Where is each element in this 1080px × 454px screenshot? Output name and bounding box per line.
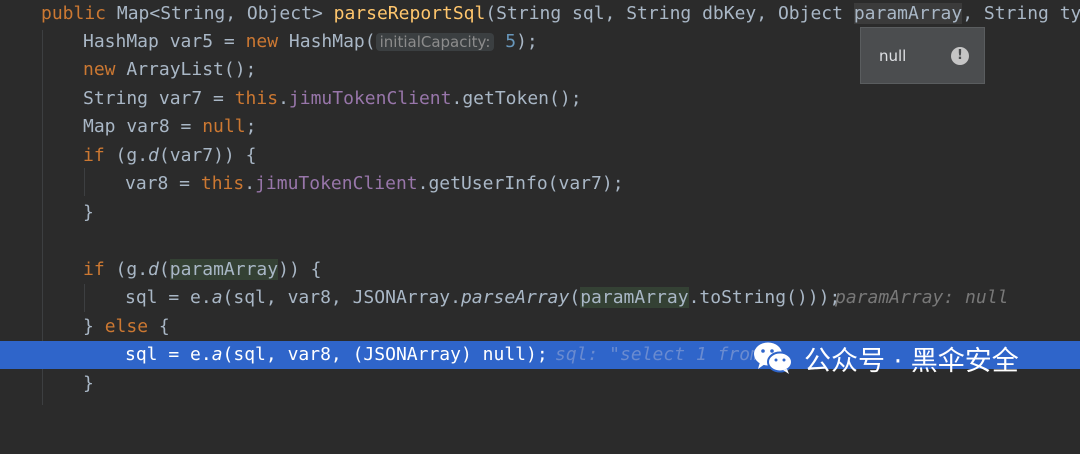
code-line-method-signature: public Map<String, Object> parseReportSq… xyxy=(0,0,1080,28)
keyword: public xyxy=(41,3,107,24)
code-line: } xyxy=(0,199,1080,227)
keyword: new xyxy=(83,59,116,80)
inline-debug-value: sql: "select 1 from xyxy=(555,344,761,365)
code-text: ArrayList(); xyxy=(115,59,257,80)
field-name: jimuTokenClient xyxy=(255,173,418,194)
method-call: a xyxy=(211,287,223,308)
code-text: .getToken(); xyxy=(451,88,582,109)
code-text: . xyxy=(244,173,256,194)
code-text: Map var8 = xyxy=(83,116,203,137)
code-line: } else { xyxy=(0,313,1080,341)
code-text: ); xyxy=(516,31,538,52)
code-text: sql = e. xyxy=(125,344,212,365)
keyword: if xyxy=(83,145,105,166)
method-call: d xyxy=(148,259,159,280)
wechat-icon xyxy=(754,342,793,374)
tooltip-value: null xyxy=(879,47,907,65)
code-text: sql = e. xyxy=(125,287,212,308)
number-literal: 5 xyxy=(505,31,517,52)
code-text: (g. xyxy=(104,259,149,280)
code-text: } xyxy=(83,373,94,394)
keyword: new xyxy=(245,31,279,52)
code-line: if (g.d(paramArray)) { xyxy=(0,256,1080,284)
keyword: else xyxy=(104,316,149,337)
parameter-hint: initialCapacity: xyxy=(375,33,495,51)
code-text: String var7 = xyxy=(83,88,235,109)
code-text: ; xyxy=(245,116,257,137)
code-text: { xyxy=(148,316,170,337)
code-text: (sql, var8, (JSONArray) xyxy=(222,344,483,365)
keyword: if xyxy=(83,259,105,280)
param-paramArray[interactable]: paramArray xyxy=(853,3,963,24)
code-text: ); xyxy=(526,344,548,365)
warning-icon[interactable]: ! xyxy=(951,47,969,65)
code-line: var8 = this.jimuTokenClient.getUserInfo(… xyxy=(0,170,1080,198)
code-text: } xyxy=(83,202,94,223)
code-text: .getUserInfo(var7); xyxy=(417,173,624,194)
code-text: (var7)) { xyxy=(158,145,257,166)
return-type: Map<String, Object> xyxy=(116,3,323,24)
method-call: a xyxy=(211,344,223,365)
watermark: 公众号 · 黑伞安全 xyxy=(752,338,1019,378)
code-text: HashMap var5 = xyxy=(83,31,246,52)
method-name: parseReportSql xyxy=(333,3,486,24)
code-line: Map var8 = null; xyxy=(0,113,1080,141)
params-text: , String type) xyxy=(962,3,1080,24)
code-text: )) { xyxy=(278,259,322,280)
code-text: . xyxy=(278,88,289,109)
code-text: (sql, var8, JSONArray. xyxy=(222,287,461,308)
params-text: (String sql, String dbKey, Object xyxy=(485,3,854,24)
code-line: String var7 = this.jimuTokenClient.getTo… xyxy=(0,85,1080,113)
code-text: var8 = xyxy=(125,173,201,194)
code-line: if (g.d(var7)) { xyxy=(0,142,1080,170)
keyword: null xyxy=(202,116,246,137)
watermark-text: 公众号 · 黑伞安全 xyxy=(804,345,1019,377)
code-text: ( xyxy=(158,259,170,280)
code-text: HashMap( xyxy=(278,31,376,52)
keyword: this xyxy=(234,88,279,109)
param-paramArray[interactable]: paramArray xyxy=(169,259,279,280)
method-call: parseArray xyxy=(460,287,570,308)
code-text: ( xyxy=(569,287,581,308)
code-text: (g. xyxy=(104,145,149,166)
code-text: .toString())); xyxy=(688,287,841,308)
keyword: this xyxy=(200,173,245,194)
inline-debug-value: paramArray: null xyxy=(835,287,1009,308)
value-tooltip[interactable]: null ! xyxy=(860,27,985,84)
code-text: } xyxy=(83,316,105,337)
keyword: null xyxy=(482,344,526,365)
field-name: jimuTokenClient xyxy=(288,88,452,109)
code-line: sql = e.a(sql, var8, JSONArray.parseArra… xyxy=(0,284,1080,312)
method-call: d xyxy=(148,145,159,166)
param-paramArray[interactable]: paramArray xyxy=(580,287,689,308)
